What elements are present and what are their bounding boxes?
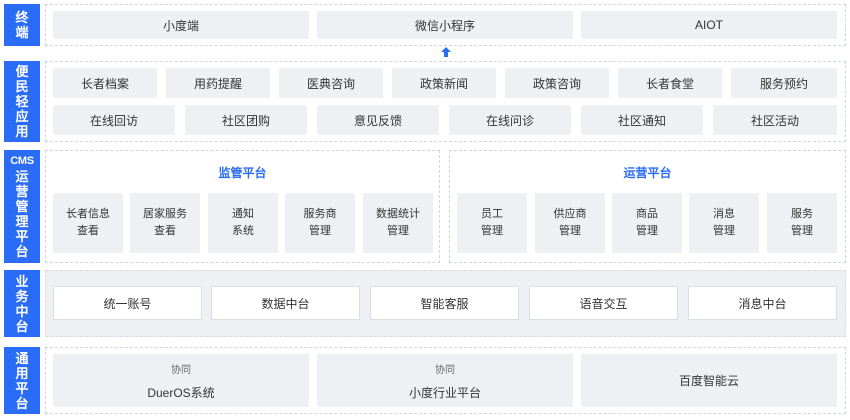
common-item: 协同 DuerOS系统 — [53, 354, 309, 407]
terminal-item: 小度端 — [53, 11, 309, 39]
row-label-common: 通用平台 — [4, 347, 40, 414]
service-item: 医典咨询 — [279, 68, 383, 98]
supervision-title: 监管平台 — [218, 166, 267, 180]
supervision-tile: 服务商 管理 — [285, 193, 355, 253]
service-item: 意见反馈 — [317, 105, 439, 135]
service-item: 在线问诊 — [449, 105, 571, 135]
service-item: 社区通知 — [581, 105, 703, 135]
business-item: 消息中台 — [688, 286, 837, 320]
terminal-item: AIOT — [581, 11, 837, 39]
row-label-cms: CMS 运营管理平台 — [4, 150, 40, 263]
service-item: 政策咨询 — [505, 68, 609, 98]
common-item: 协同 小度行业平台 — [317, 354, 573, 407]
supervision-tile: 通知 系统 — [208, 193, 278, 253]
service-item: 用药提醒 — [166, 68, 270, 98]
service-item: 长者档案 — [53, 68, 157, 98]
service-item: 政策新闻 — [392, 68, 496, 98]
service-item: 在线回访 — [53, 105, 175, 135]
service-item: 社区团购 — [185, 105, 307, 135]
business-item: 统一账号 — [53, 286, 202, 320]
row-label-services: 便民轻应用 — [4, 61, 40, 142]
row-label-business: 业务中台 — [4, 270, 40, 337]
supervision-tile: 居家服务 查看 — [130, 193, 200, 253]
operation-tile: 消息 管理 — [689, 193, 759, 253]
supervision-tile: 长者信息 查看 — [53, 193, 123, 253]
operation-tile: 员工 管理 — [457, 193, 527, 253]
business-item: 语音交互 — [529, 286, 678, 320]
operation-title: 运营平台 — [623, 166, 672, 180]
arrow-up-icon — [441, 47, 451, 57]
business-item: 数据中台 — [211, 286, 360, 320]
supervision-tile: 数据统计 管理 — [363, 193, 433, 253]
service-item: 服务预约 — [731, 68, 837, 98]
operation-tile: 供应商 管理 — [535, 193, 605, 253]
business-item: 智能客服 — [370, 286, 519, 320]
common-item: 百度智能云 — [581, 354, 837, 407]
operation-tile: 服务 管理 — [767, 193, 837, 253]
terminal-item: 微信小程序 — [317, 11, 573, 39]
service-item: 长者食堂 — [618, 68, 722, 98]
row-label-terminal: 终端 — [4, 4, 40, 46]
service-item: 社区活动 — [713, 105, 837, 135]
operation-tile: 商品 管理 — [612, 193, 682, 253]
